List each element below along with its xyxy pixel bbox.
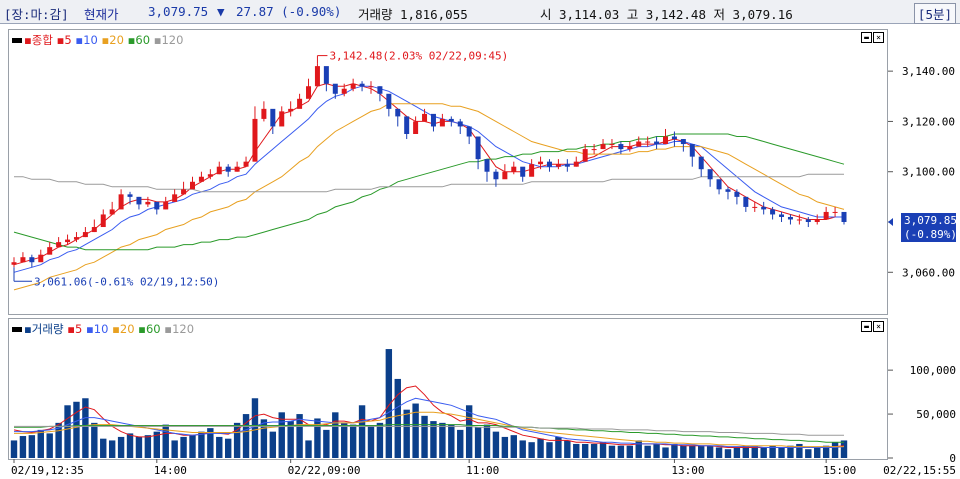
price-pane[interactable]: ▪종합 ▪5 ▪10 ▪20 ▪60 ▪120 ▬ × <box>8 29 888 315</box>
x-tick-label: 13:00 <box>671 464 704 477</box>
x-tick-label: 14:00 <box>154 464 187 477</box>
legend-marker-icon <box>12 38 22 43</box>
close-icon[interactable]: × <box>873 321 884 332</box>
x-tick-label: 15:00 <box>823 464 856 477</box>
price-tick-label: 3,140.00 <box>902 65 955 78</box>
minimize-icon[interactable]: ▬ <box>861 32 872 43</box>
volume-text: 거래량 1,816,055 <box>358 7 468 22</box>
legend-ma10: ▪10 <box>75 33 98 47</box>
legend-ma5: ▪5 <box>56 33 72 47</box>
pane-buttons: ▬ × <box>860 32 884 43</box>
last-price-box <box>901 213 956 242</box>
legend-ma120: ▪120 <box>153 33 184 47</box>
legend-ma5: ▪5 <box>67 322 83 336</box>
price-tick-label: 3,120.00 <box>902 115 955 128</box>
legend-ma120: ▪120 <box>164 322 195 336</box>
price-tick-label: 3,100.00 <box>902 166 955 179</box>
volume-pane[interactable]: ▪거래량 ▪5 ▪10 ▪20 ▪60 ▪120 ▬ × <box>8 318 888 460</box>
close-icon[interactable]: × <box>873 32 884 43</box>
legend-ma20: ▪20 <box>112 322 135 336</box>
legend-ma10: ▪10 <box>85 322 109 336</box>
last-price-change: (-0.89%) <box>904 228 957 241</box>
volume-legend: ▪거래량 ▪5 ▪10 ▪20 ▪60 ▪120 <box>12 321 194 337</box>
legend-title: 종합 <box>31 33 53 47</box>
market-status: [장:마:감] <box>4 7 69 22</box>
volume-tick-label: 0 <box>949 452 956 465</box>
legend-ma20: ▪20 <box>101 33 124 47</box>
last-price-value: 3,079.85 <box>904 214 957 227</box>
legend-marker-icon <box>12 327 22 332</box>
current-price: 3,079.75 <box>148 4 209 19</box>
volume-tick-label: 50,000 <box>916 408 956 421</box>
x-tick-label: 02/19,12:35 <box>11 464 84 477</box>
period-button[interactable]: [5분] <box>913 3 956 24</box>
minimize-icon[interactable]: ▬ <box>861 321 872 332</box>
legend-ma60: ▪60 <box>138 322 161 336</box>
x-tick-label: 11:00 <box>466 464 499 477</box>
price-change: 27.87 (-0.90%) <box>236 4 342 19</box>
price-tick-label: 3,060.00 <box>902 266 955 279</box>
legend-bullet: ▪ <box>24 322 32 336</box>
price-tick-label: 3,080.00 <box>902 216 955 229</box>
open-high-low: 시 3,114.03 고 3,142.48 저 3,079.16 <box>540 7 793 22</box>
down-arrow-icon: ▼ <box>217 4 225 19</box>
quote-header: [장:마:감] 현재가 3,079.75 ▼ 27.87 (-0.90%) 거래… <box>0 0 960 24</box>
x-tick-label: 02/22,09:00 <box>288 464 361 477</box>
legend-bullet: ▪ <box>24 33 32 47</box>
price-legend: ▪종합 ▪5 ▪10 ▪20 ▪60 ▪120 <box>12 32 183 48</box>
last-price-pointer-icon <box>888 218 893 226</box>
current-price-label: 현재가 <box>84 7 119 22</box>
volume-tick-label: 100,000 <box>910 364 956 377</box>
pane-buttons: ▬ × <box>860 321 884 332</box>
legend-title: 거래량 <box>31 322 64 336</box>
legend-ma60: ▪60 <box>127 33 151 47</box>
x-end-label: 02/22,15:55 <box>883 464 956 477</box>
